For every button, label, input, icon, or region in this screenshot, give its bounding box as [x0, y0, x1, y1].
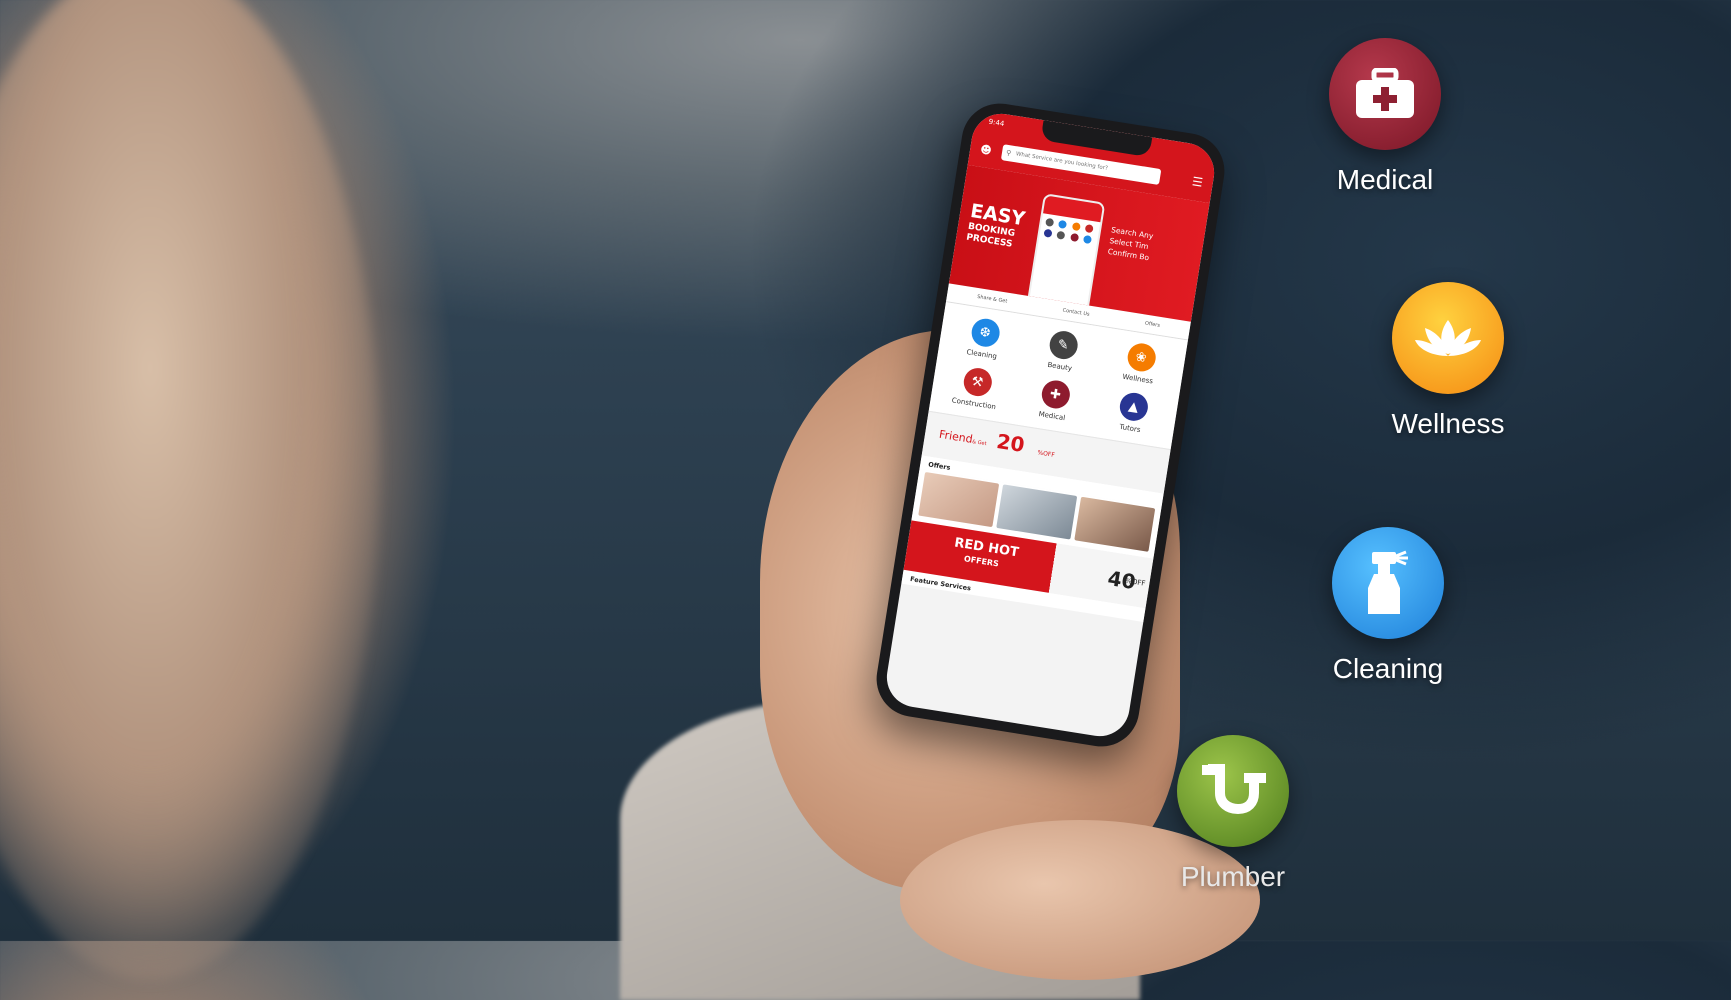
offers-button[interactable]: Offers [1144, 321, 1160, 329]
banner-steps: Search Any Select Tim Confirm Bo [1107, 224, 1154, 263]
brush-icon: ✎ [1047, 328, 1080, 362]
user-icon[interactable]: ☻ [979, 143, 992, 158]
pipe-icon [1177, 735, 1289, 847]
category-beauty[interactable]: ✎ Beauty [1020, 325, 1104, 377]
category-label: Cleaning [965, 348, 998, 361]
promo-friend-percent: 20 [994, 428, 1027, 458]
floating-cleaning: Cleaning [1298, 527, 1478, 685]
banner-phone-mockup [1026, 193, 1106, 316]
lotus-icon [1392, 282, 1504, 394]
offer-card[interactable] [996, 484, 1078, 540]
search-icon: ⚲ [1005, 148, 1012, 158]
floating-wellness: Wellness [1358, 282, 1538, 440]
floating-cleaning-label: Cleaning [1332, 653, 1444, 684]
share-and-get-button[interactable]: Share & Get [977, 294, 1008, 305]
category-label: Construction [951, 396, 997, 412]
category-label: Beauty [1046, 360, 1073, 373]
floating-plumber-label: Plumber [1180, 861, 1286, 892]
category-wellness[interactable]: ❀ Wellness [1098, 337, 1182, 389]
category-label: Wellness [1121, 372, 1154, 386]
spray-bottle-icon [1332, 527, 1444, 639]
graduation-cap-icon: ▲ [1117, 390, 1150, 423]
category-tutors[interactable]: ▲ Tutors [1090, 387, 1174, 439]
person-hair [0, 0, 380, 980]
floating-medical: Medical [1295, 38, 1475, 196]
category-medical[interactable]: ✚ Medical [1012, 374, 1096, 426]
offer-card[interactable] [918, 471, 1000, 528]
category-label: Tutors [1118, 422, 1142, 435]
floating-wellness-label: Wellness [1391, 408, 1505, 439]
first-aid-kit-icon [1329, 38, 1441, 150]
promo-friend-small: & Get [971, 438, 987, 448]
menu-icon[interactable]: ☰ [1191, 174, 1204, 190]
category-label: Medical [1038, 410, 1066, 423]
promo-friend-word: Friend [938, 427, 974, 446]
floating-plumber: Plumber [1143, 735, 1323, 893]
status-time: 9:44 [988, 117, 1005, 129]
category-cleaning[interactable]: ❆ Cleaning [942, 313, 1026, 365]
contact-us-button[interactable]: Contact Us [1062, 308, 1090, 318]
promo-friend-off: %OFF [1036, 449, 1056, 459]
worker-icon: ⚒ [961, 366, 994, 399]
floating-medical-label: Medical [1336, 164, 1434, 195]
search-placeholder: What Service are you looking for? [1015, 151, 1109, 172]
promo-friend-text: Friend& Get [938, 428, 988, 448]
first-aid-icon: ✚ [1039, 378, 1072, 411]
lotus-icon: ❀ [1125, 341, 1158, 374]
spray-bottle-icon: ❆ [969, 316, 1002, 349]
offer-card[interactable] [1074, 496, 1156, 552]
category-construction[interactable]: ⚒ Construction [934, 362, 1018, 414]
